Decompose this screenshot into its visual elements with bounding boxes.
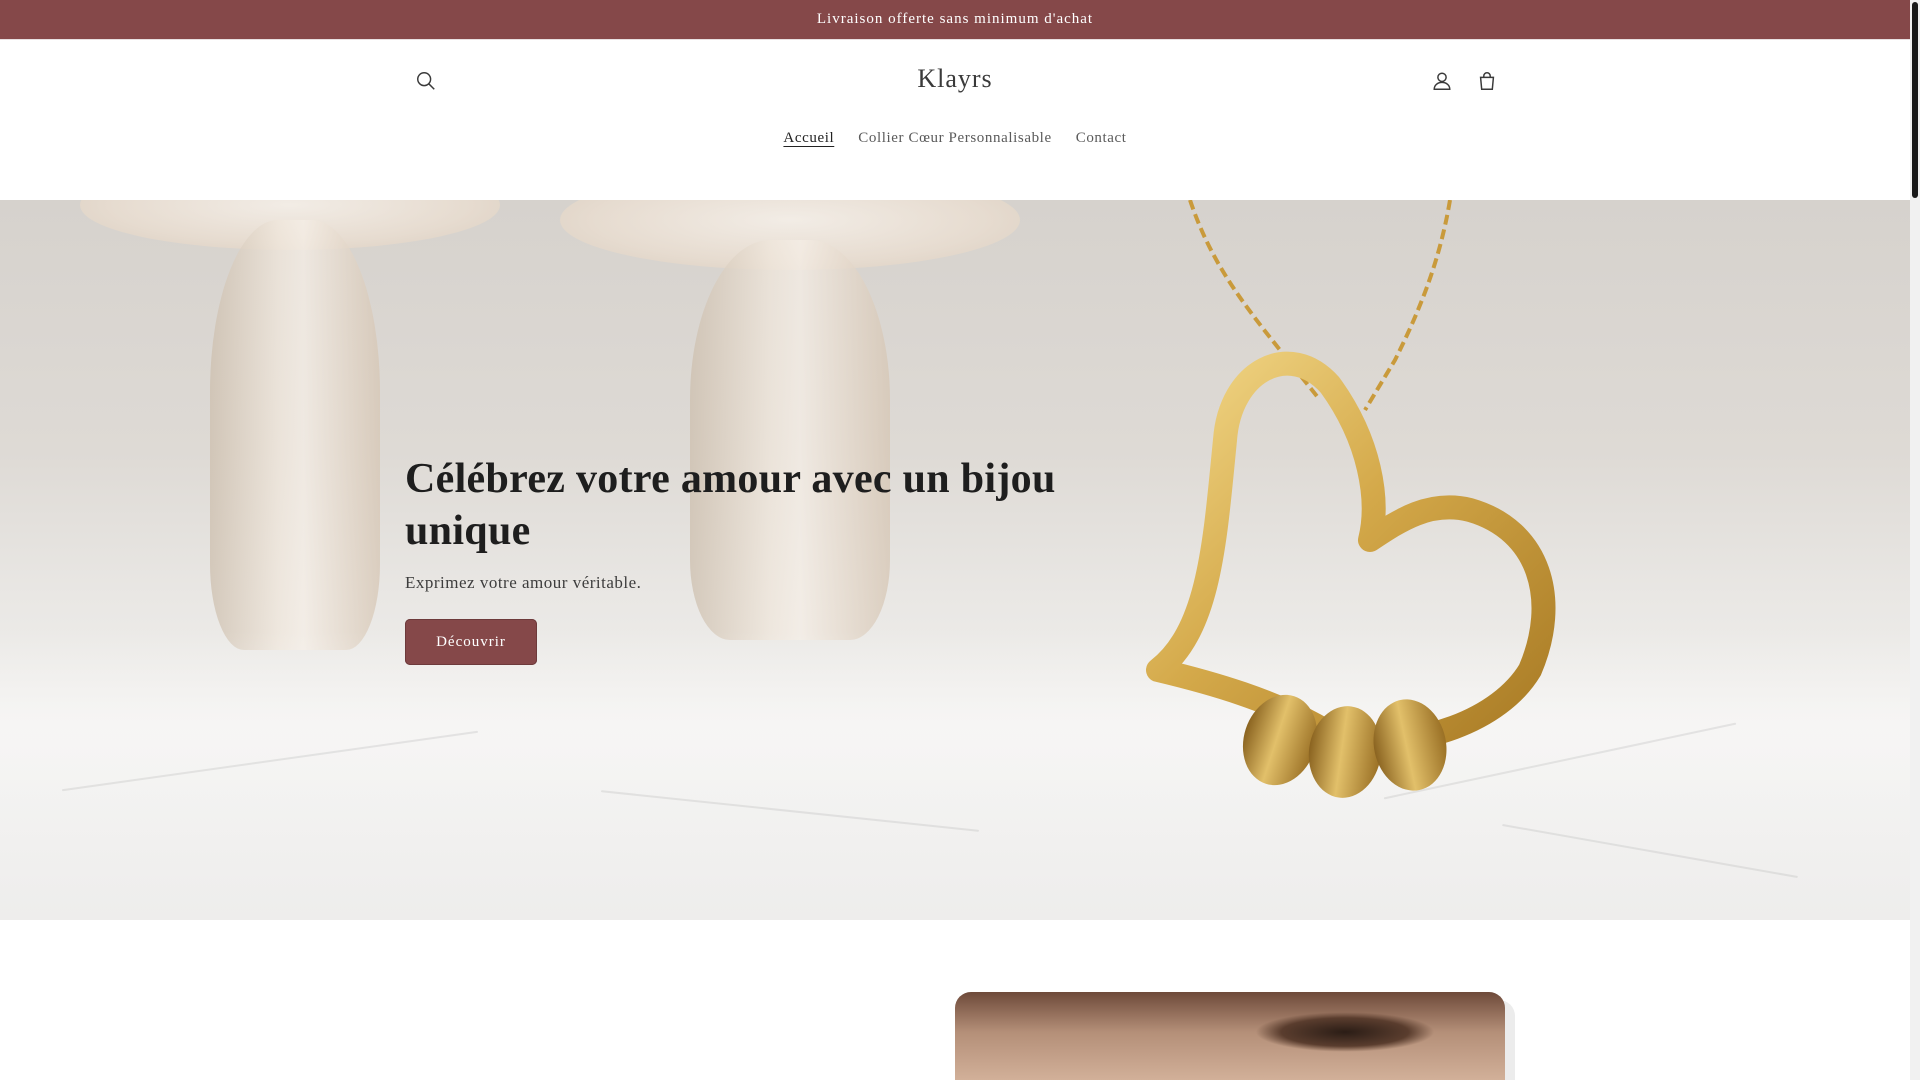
- hero-content: Célébrez votre amour avec un bijou uniqu…: [405, 453, 1105, 665]
- feature-image: [955, 992, 1505, 1080]
- pedestal-left-stem: [210, 220, 380, 650]
- name-beads: [1242, 694, 1447, 798]
- scrollbar-thumb[interactable]: [1912, 2, 1918, 198]
- main-navigation: Accueil Collier Cœur Personnalisable Con…: [0, 122, 1910, 155]
- announcement-text: Livraison offerte sans minimum d'achat: [816, 11, 1094, 27]
- account-button[interactable]: [1420, 59, 1464, 103]
- user-icon: [1433, 72, 1451, 90]
- site-logo[interactable]: Klayrs: [0, 64, 1910, 94]
- hero-banner: Célébrez votre amour avec un bijou uniqu…: [0, 200, 1910, 920]
- announcement-bar: Livraison offerte sans minimum d'achat: [0, 0, 1910, 39]
- heart-necklace-image: [1146, 200, 1556, 798]
- nav-item-accueil[interactable]: Accueil: [771, 122, 846, 155]
- cart-icon: [1479, 72, 1495, 90]
- nav-item-collier[interactable]: Collier Cœur Personnalisable: [846, 122, 1063, 155]
- site-header: Klayrs Accueil Collier Cœur Personnalisa…: [0, 40, 1910, 200]
- cart-button[interactable]: [1465, 59, 1509, 103]
- eye-detail: [1255, 1012, 1435, 1052]
- hero-subtitle: Exprimez votre amour véritable.: [405, 573, 642, 592]
- page-scrollbar[interactable]: [1910, 0, 1920, 1080]
- nav-item-contact[interactable]: Contact: [1064, 122, 1139, 155]
- hero-title: Célébrez votre amour avec un bijou uniqu…: [405, 456, 1056, 554]
- discover-button[interactable]: Découvrir: [405, 619, 537, 665]
